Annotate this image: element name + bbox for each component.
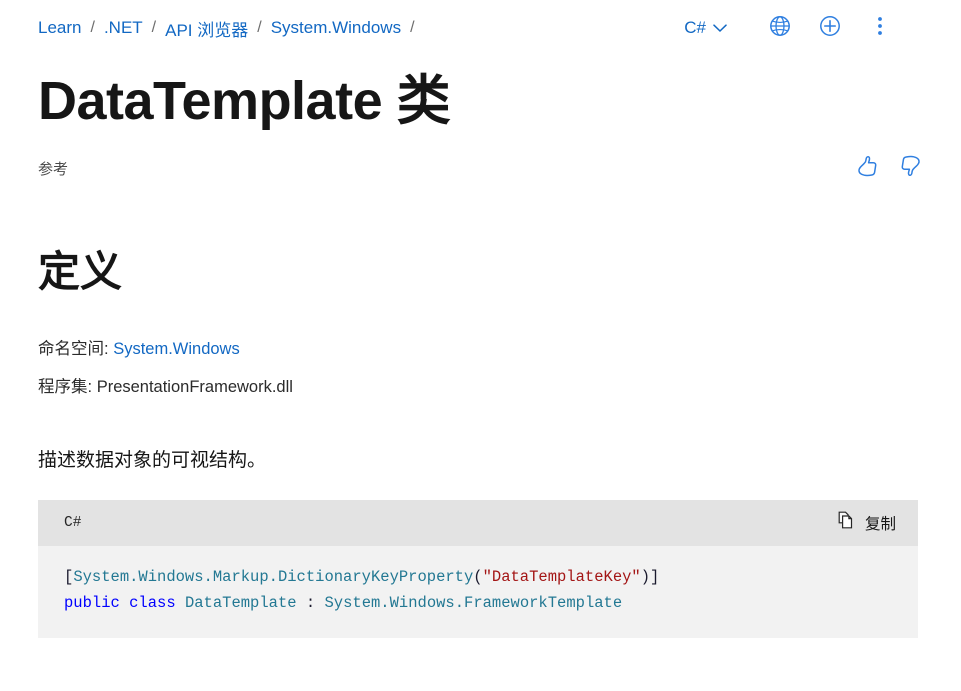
breadcrumb-item-dotnet[interactable]: .NET — [104, 18, 143, 38]
namespace-link[interactable]: System.Windows — [113, 340, 240, 358]
language-selector[interactable]: C# — [684, 18, 727, 38]
plus-circle-icon — [819, 15, 841, 42]
namespace-line: 命名空间: System.Windows — [38, 335, 240, 359]
subtitle-row: 参考 — [38, 155, 923, 181]
breadcrumb-separator: / — [410, 19, 415, 36]
code-paren-open: ( — [473, 568, 483, 586]
add-button[interactable] — [811, 9, 849, 47]
thumbs-down-icon — [898, 154, 922, 183]
code-close-bracket: ] — [650, 568, 660, 586]
code-class-name: DataTemplate — [184, 594, 297, 612]
breadcrumb-separator: / — [90, 19, 95, 36]
breadcrumb: Learn / .NET / API 浏览器 / System.Windows … — [0, 16, 424, 41]
thumbs-up-button[interactable] — [855, 155, 881, 181]
code-content[interactable]: [System.Windows.Markup.DictionaryKeyProp… — [38, 546, 918, 638]
code-block: C# 复制 [System.Windows.Markup.DictionaryK… — [38, 500, 918, 638]
breadcrumb-item-api-browser[interactable]: API 浏览器 — [165, 16, 248, 41]
code-attribute-string: "DataTemplateKey" — [482, 568, 641, 586]
language-selector-label: C# — [684, 18, 706, 37]
more-vertical-icon — [877, 15, 883, 42]
language-globe-button[interactable] — [761, 9, 799, 47]
globe-icon — [769, 15, 791, 42]
thumbs-up-icon — [856, 154, 880, 183]
code-keywords: public class — [64, 594, 176, 612]
breadcrumb-item-system-windows[interactable]: System.Windows — [271, 18, 401, 38]
code-paren-close: ) — [640, 568, 651, 586]
breadcrumb-separator: / — [257, 19, 262, 36]
breadcrumb-separator: / — [151, 19, 157, 36]
assembly-value: PresentationFramework.dll — [96, 378, 293, 396]
definition-description: 描述数据对象的可视结构。 — [38, 450, 267, 471]
thumbs-down-button[interactable] — [897, 155, 923, 181]
top-bar: Learn / .NET / API 浏览器 / System.Windows … — [0, 0, 961, 56]
namespace-label: 命名空间: — [38, 340, 109, 358]
assembly-label: 程序集: — [38, 378, 93, 396]
chevron-down-icon — [713, 18, 727, 38]
code-open-bracket: [ — [64, 568, 74, 586]
code-block-header: C# 复制 — [38, 500, 918, 546]
page-subtitle: 参考 — [38, 160, 69, 178]
definition-heading: 定义 — [38, 248, 123, 295]
code-base-type: System.Windows.FrameworkTemplate — [324, 594, 623, 612]
code-colon: : — [305, 594, 316, 612]
copy-icon — [837, 511, 856, 535]
topbar-actions: C# — [684, 0, 899, 56]
page-title: DataTemplate 类 — [38, 71, 451, 131]
copy-code-button[interactable]: 复制 — [837, 511, 896, 535]
copy-code-label: 复制 — [864, 516, 896, 533]
more-options-button[interactable] — [861, 9, 899, 47]
breadcrumb-item-learn[interactable]: Learn — [38, 18, 81, 38]
code-language-label: C# — [64, 515, 82, 531]
assembly-line: 程序集: PresentationFramework.dll — [38, 373, 293, 397]
code-attribute-name: System.Windows.Markup.DictionaryKeyPrope… — [73, 568, 474, 586]
feedback-controls — [855, 155, 923, 181]
